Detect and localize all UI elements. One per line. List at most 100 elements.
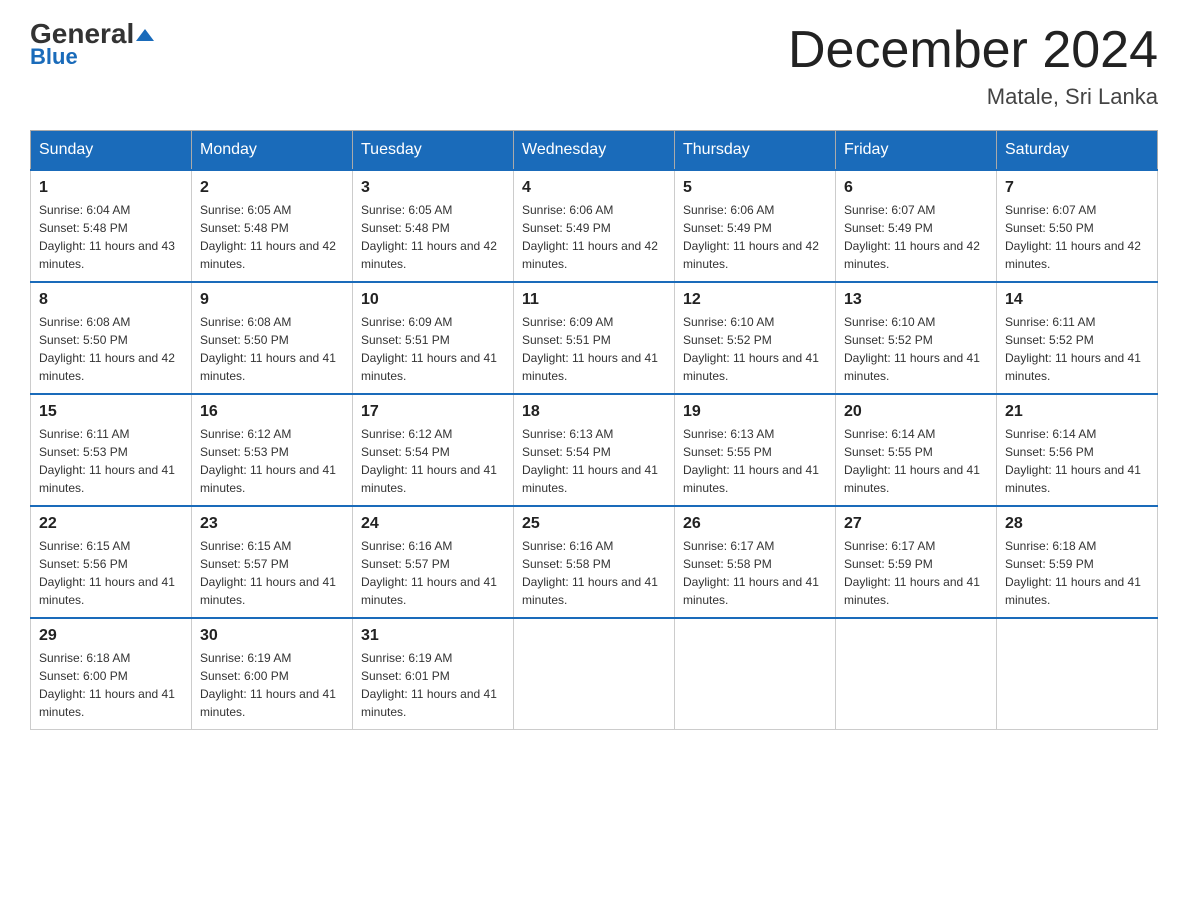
day-number: 25 — [522, 515, 666, 533]
calendar-cell: 17 Sunrise: 6:12 AM Sunset: 5:54 PM Dayl… — [353, 394, 514, 506]
day-info: Sunrise: 6:04 AM Sunset: 5:48 PM Dayligh… — [39, 201, 183, 273]
day-number: 9 — [200, 291, 344, 309]
day-number: 20 — [844, 403, 988, 421]
calendar-cell: 31 Sunrise: 6:19 AM Sunset: 6:01 PM Dayl… — [353, 618, 514, 730]
calendar-cell: 1 Sunrise: 6:04 AM Sunset: 5:48 PM Dayli… — [31, 170, 192, 282]
day-info: Sunrise: 6:14 AM Sunset: 5:55 PM Dayligh… — [844, 425, 988, 497]
day-info: Sunrise: 6:10 AM Sunset: 5:52 PM Dayligh… — [683, 313, 827, 385]
day-info: Sunrise: 6:13 AM Sunset: 5:54 PM Dayligh… — [522, 425, 666, 497]
day-number: 4 — [522, 179, 666, 197]
calendar-cell: 12 Sunrise: 6:10 AM Sunset: 5:52 PM Dayl… — [675, 282, 836, 394]
day-info: Sunrise: 6:18 AM Sunset: 6:00 PM Dayligh… — [39, 649, 183, 721]
day-number: 30 — [200, 627, 344, 645]
day-info: Sunrise: 6:07 AM Sunset: 5:49 PM Dayligh… — [844, 201, 988, 273]
calendar-cell: 27 Sunrise: 6:17 AM Sunset: 5:59 PM Dayl… — [836, 506, 997, 618]
column-header-friday: Friday — [836, 131, 997, 171]
calendar-cell: 22 Sunrise: 6:15 AM Sunset: 5:56 PM Dayl… — [31, 506, 192, 618]
day-number: 10 — [361, 291, 505, 309]
calendar-cell: 28 Sunrise: 6:18 AM Sunset: 5:59 PM Dayl… — [997, 506, 1158, 618]
day-number: 19 — [683, 403, 827, 421]
day-info: Sunrise: 6:17 AM Sunset: 5:59 PM Dayligh… — [844, 537, 988, 609]
calendar-cell: 3 Sunrise: 6:05 AM Sunset: 5:48 PM Dayli… — [353, 170, 514, 282]
day-info: Sunrise: 6:06 AM Sunset: 5:49 PM Dayligh… — [683, 201, 827, 273]
day-number: 8 — [39, 291, 183, 309]
day-number: 26 — [683, 515, 827, 533]
calendar-cell: 16 Sunrise: 6:12 AM Sunset: 5:53 PM Dayl… — [192, 394, 353, 506]
calendar-cell: 23 Sunrise: 6:15 AM Sunset: 5:57 PM Dayl… — [192, 506, 353, 618]
page-header: General Blue December 2024 Matale, Sri L… — [30, 20, 1158, 110]
week-row-3: 15 Sunrise: 6:11 AM Sunset: 5:53 PM Dayl… — [31, 394, 1158, 506]
calendar-cell — [997, 618, 1158, 730]
day-number: 3 — [361, 179, 505, 197]
day-number: 22 — [39, 515, 183, 533]
calendar-cell: 19 Sunrise: 6:13 AM Sunset: 5:55 PM Dayl… — [675, 394, 836, 506]
day-info: Sunrise: 6:11 AM Sunset: 5:52 PM Dayligh… — [1005, 313, 1149, 385]
calendar-cell — [836, 618, 997, 730]
day-info: Sunrise: 6:14 AM Sunset: 5:56 PM Dayligh… — [1005, 425, 1149, 497]
day-info: Sunrise: 6:17 AM Sunset: 5:58 PM Dayligh… — [683, 537, 827, 609]
calendar-cell: 5 Sunrise: 6:06 AM Sunset: 5:49 PM Dayli… — [675, 170, 836, 282]
day-number: 18 — [522, 403, 666, 421]
day-info: Sunrise: 6:08 AM Sunset: 5:50 PM Dayligh… — [39, 313, 183, 385]
calendar-header-row: SundayMondayTuesdayWednesdayThursdayFrid… — [31, 131, 1158, 171]
calendar-cell: 6 Sunrise: 6:07 AM Sunset: 5:49 PM Dayli… — [836, 170, 997, 282]
day-number: 31 — [361, 627, 505, 645]
logo-blue: Blue — [30, 44, 78, 70]
day-number: 5 — [683, 179, 827, 197]
day-number: 2 — [200, 179, 344, 197]
day-number: 24 — [361, 515, 505, 533]
calendar-cell: 14 Sunrise: 6:11 AM Sunset: 5:52 PM Dayl… — [997, 282, 1158, 394]
calendar-cell: 4 Sunrise: 6:06 AM Sunset: 5:49 PM Dayli… — [514, 170, 675, 282]
day-number: 27 — [844, 515, 988, 533]
column-header-wednesday: Wednesday — [514, 131, 675, 171]
day-info: Sunrise: 6:16 AM Sunset: 5:58 PM Dayligh… — [522, 537, 666, 609]
calendar-cell — [514, 618, 675, 730]
day-info: Sunrise: 6:19 AM Sunset: 6:01 PM Dayligh… — [361, 649, 505, 721]
day-info: Sunrise: 6:18 AM Sunset: 5:59 PM Dayligh… — [1005, 537, 1149, 609]
column-header-thursday: Thursday — [675, 131, 836, 171]
calendar-cell: 2 Sunrise: 6:05 AM Sunset: 5:48 PM Dayli… — [192, 170, 353, 282]
day-info: Sunrise: 6:12 AM Sunset: 5:53 PM Dayligh… — [200, 425, 344, 497]
calendar-cell: 24 Sunrise: 6:16 AM Sunset: 5:57 PM Dayl… — [353, 506, 514, 618]
calendar-cell: 9 Sunrise: 6:08 AM Sunset: 5:50 PM Dayli… — [192, 282, 353, 394]
calendar-table: SundayMondayTuesdayWednesdayThursdayFrid… — [30, 130, 1158, 730]
calendar-cell: 29 Sunrise: 6:18 AM Sunset: 6:00 PM Dayl… — [31, 618, 192, 730]
column-header-monday: Monday — [192, 131, 353, 171]
day-number: 28 — [1005, 515, 1149, 533]
calendar-cell: 20 Sunrise: 6:14 AM Sunset: 5:55 PM Dayl… — [836, 394, 997, 506]
day-info: Sunrise: 6:16 AM Sunset: 5:57 PM Dayligh… — [361, 537, 505, 609]
day-number: 15 — [39, 403, 183, 421]
day-number: 29 — [39, 627, 183, 645]
column-header-tuesday: Tuesday — [353, 131, 514, 171]
calendar-cell — [675, 618, 836, 730]
day-info: Sunrise: 6:15 AM Sunset: 5:57 PM Dayligh… — [200, 537, 344, 609]
calendar-cell: 26 Sunrise: 6:17 AM Sunset: 5:58 PM Dayl… — [675, 506, 836, 618]
calendar-cell: 18 Sunrise: 6:13 AM Sunset: 5:54 PM Dayl… — [514, 394, 675, 506]
day-number: 21 — [1005, 403, 1149, 421]
column-header-saturday: Saturday — [997, 131, 1158, 171]
day-info: Sunrise: 6:15 AM Sunset: 5:56 PM Dayligh… — [39, 537, 183, 609]
day-info: Sunrise: 6:08 AM Sunset: 5:50 PM Dayligh… — [200, 313, 344, 385]
day-number: 14 — [1005, 291, 1149, 309]
calendar-cell: 15 Sunrise: 6:11 AM Sunset: 5:53 PM Dayl… — [31, 394, 192, 506]
day-info: Sunrise: 6:07 AM Sunset: 5:50 PM Dayligh… — [1005, 201, 1149, 273]
day-number: 1 — [39, 179, 183, 197]
main-title: December 2024 — [788, 20, 1158, 80]
day-info: Sunrise: 6:12 AM Sunset: 5:54 PM Dayligh… — [361, 425, 505, 497]
calendar-cell: 7 Sunrise: 6:07 AM Sunset: 5:50 PM Dayli… — [997, 170, 1158, 282]
day-info: Sunrise: 6:06 AM Sunset: 5:49 PM Dayligh… — [522, 201, 666, 273]
week-row-1: 1 Sunrise: 6:04 AM Sunset: 5:48 PM Dayli… — [31, 170, 1158, 282]
logo: General Blue — [30, 20, 154, 70]
day-info: Sunrise: 6:05 AM Sunset: 5:48 PM Dayligh… — [361, 201, 505, 273]
week-row-4: 22 Sunrise: 6:15 AM Sunset: 5:56 PM Dayl… — [31, 506, 1158, 618]
calendar-cell: 21 Sunrise: 6:14 AM Sunset: 5:56 PM Dayl… — [997, 394, 1158, 506]
week-row-5: 29 Sunrise: 6:18 AM Sunset: 6:00 PM Dayl… — [31, 618, 1158, 730]
day-number: 16 — [200, 403, 344, 421]
day-number: 7 — [1005, 179, 1149, 197]
title-section: December 2024 Matale, Sri Lanka — [788, 20, 1158, 110]
calendar-cell: 30 Sunrise: 6:19 AM Sunset: 6:00 PM Dayl… — [192, 618, 353, 730]
day-info: Sunrise: 6:10 AM Sunset: 5:52 PM Dayligh… — [844, 313, 988, 385]
day-number: 12 — [683, 291, 827, 309]
calendar-cell: 10 Sunrise: 6:09 AM Sunset: 5:51 PM Dayl… — [353, 282, 514, 394]
calendar-cell: 11 Sunrise: 6:09 AM Sunset: 5:51 PM Dayl… — [514, 282, 675, 394]
